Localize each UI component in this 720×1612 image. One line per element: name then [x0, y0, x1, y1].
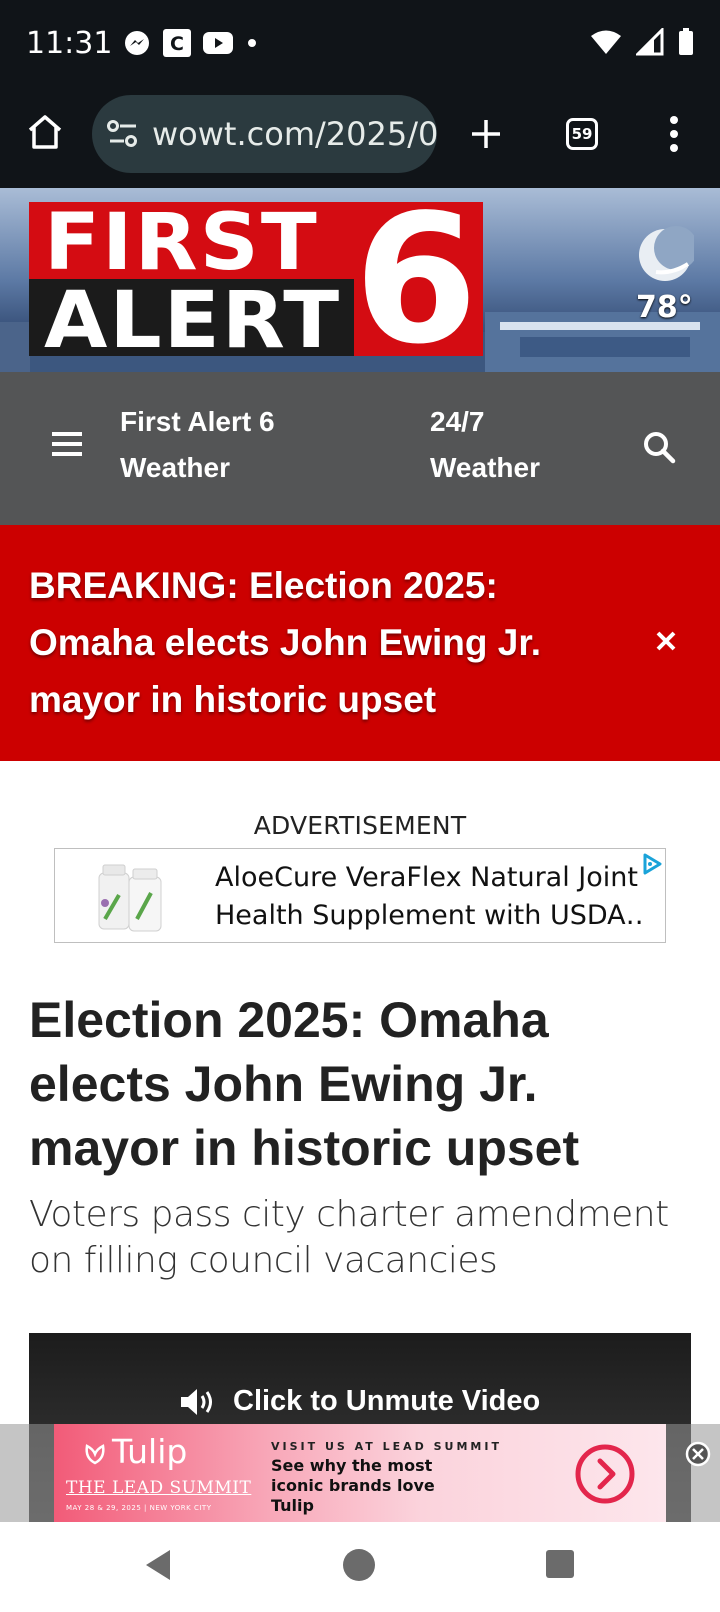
ad-text-line: Health Supplement with USDA… [215, 900, 645, 931]
article-subheadline: Voters pass city charter amendment on fi… [29, 1194, 669, 1281]
adchoices-icon[interactable] [641, 853, 663, 875]
svg-text:C: C [170, 33, 184, 55]
home-icon[interactable] [25, 112, 65, 152]
wifi-icon [591, 30, 621, 54]
sticky-ad-overlay: Tulip THE LEAD SUMMIT MAY 28 & 29, 2025 … [0, 1424, 720, 1522]
youtube-icon [203, 32, 233, 54]
summit-date: MAY 28 & 29, 2025 | NEW YORK CITY [66, 1504, 212, 1512]
logo-alert-text: ALERT [44, 276, 342, 366]
signal-icon [636, 28, 664, 56]
system-navigation-bar [0, 1522, 720, 1612]
breaking-news-text[interactable]: BREAKING: Election 2025: Omaha elects Jo… [29, 557, 589, 728]
new-tab-icon[interactable] [469, 117, 503, 151]
nav-link-line: 24/7 [430, 406, 485, 437]
advertisement-label: ADVERTISEMENT [253, 811, 467, 840]
hamburger-menu-icon[interactable] [52, 430, 82, 458]
tulip-ad[interactable]: Tulip THE LEAD SUMMIT MAY 28 & 29, 2025 … [54, 1424, 666, 1522]
dot-icon [248, 39, 256, 47]
logo-first-text: FIRST [44, 198, 319, 288]
nav-link-first-alert-weather[interactable]: First Alert 6 Weather [120, 399, 275, 491]
status-bar: 11:31 C [0, 0, 720, 88]
ad-text-line: AloeCure VeraFlex Natural Joint [215, 862, 638, 893]
ad-text[interactable]: AloeCure VeraFlex Natural Joint Health S… [215, 859, 645, 935]
supplement-bottles-image [98, 864, 162, 932]
tab-switcher-button[interactable]: 59 [566, 118, 598, 150]
article-headline: Election 2025: Omaha elects John Ewing J… [29, 992, 580, 1176]
battery-icon [679, 28, 693, 55]
system-status-icons [590, 28, 694, 56]
weather-temperature[interactable]: 78° [636, 290, 693, 325]
unmute-label: Click to Unmute Video [233, 1385, 541, 1417]
back-icon[interactable] [142, 1548, 174, 1582]
url-text[interactable]: wowt.com/2025/05/ [152, 115, 437, 153]
close-icon[interactable] [655, 630, 677, 652]
site-header-banner: FIRST ALERT 6 78° [0, 188, 720, 372]
ad-banner[interactable]: AloeCure VeraFlex Natural Joint Health S… [54, 848, 666, 943]
speaker-icon [181, 1388, 212, 1415]
nav-link-line: First Alert 6 [120, 406, 275, 437]
moon-weather-icon[interactable] [636, 226, 694, 284]
breaking-news-banner[interactable]: BREAKING: Election 2025: Omaha elects Jo… [0, 525, 720, 761]
visit-text: VISIT US AT LEAD SUMMIT [271, 1440, 502, 1453]
url-bar[interactable]: wowt.com/2025/05/ [92, 95, 437, 173]
lead-summit-text: THE LEAD SUMMIT [66, 1478, 252, 1498]
tulip-brand: Tulip [112, 1432, 188, 1471]
recents-icon[interactable] [545, 1549, 575, 1579]
nav-link-line: Weather [120, 452, 230, 483]
search-icon[interactable] [642, 430, 676, 464]
arrow-circle-icon[interactable] [574, 1443, 636, 1505]
c-app-icon: C [163, 29, 191, 57]
status-time: 11:31 [26, 26, 113, 61]
nav-link-247-weather[interactable]: 24/7 Weather [430, 399, 540, 491]
logo-six: 6 [354, 188, 478, 372]
more-options-icon[interactable] [664, 114, 684, 154]
messenger-icon [125, 31, 149, 55]
main-nav: First Alert 6 Weather 24/7 Weather [0, 372, 720, 525]
nav-link-line: Weather [430, 452, 540, 483]
notification-icons: C [122, 28, 260, 58]
tulip-logo-icon [85, 1444, 105, 1465]
unmute-button[interactable]: Click to Unmute Video [179, 1385, 540, 1418]
browser-toolbar: wowt.com/2025/05/ 59 [0, 88, 720, 188]
site-settings-icon[interactable] [106, 119, 140, 149]
close-ad-icon[interactable] [684, 1440, 712, 1468]
home-circle-icon[interactable] [342, 1548, 376, 1582]
tulip-ad-copy: See why the most iconic brands love Tuli… [271, 1456, 435, 1515]
